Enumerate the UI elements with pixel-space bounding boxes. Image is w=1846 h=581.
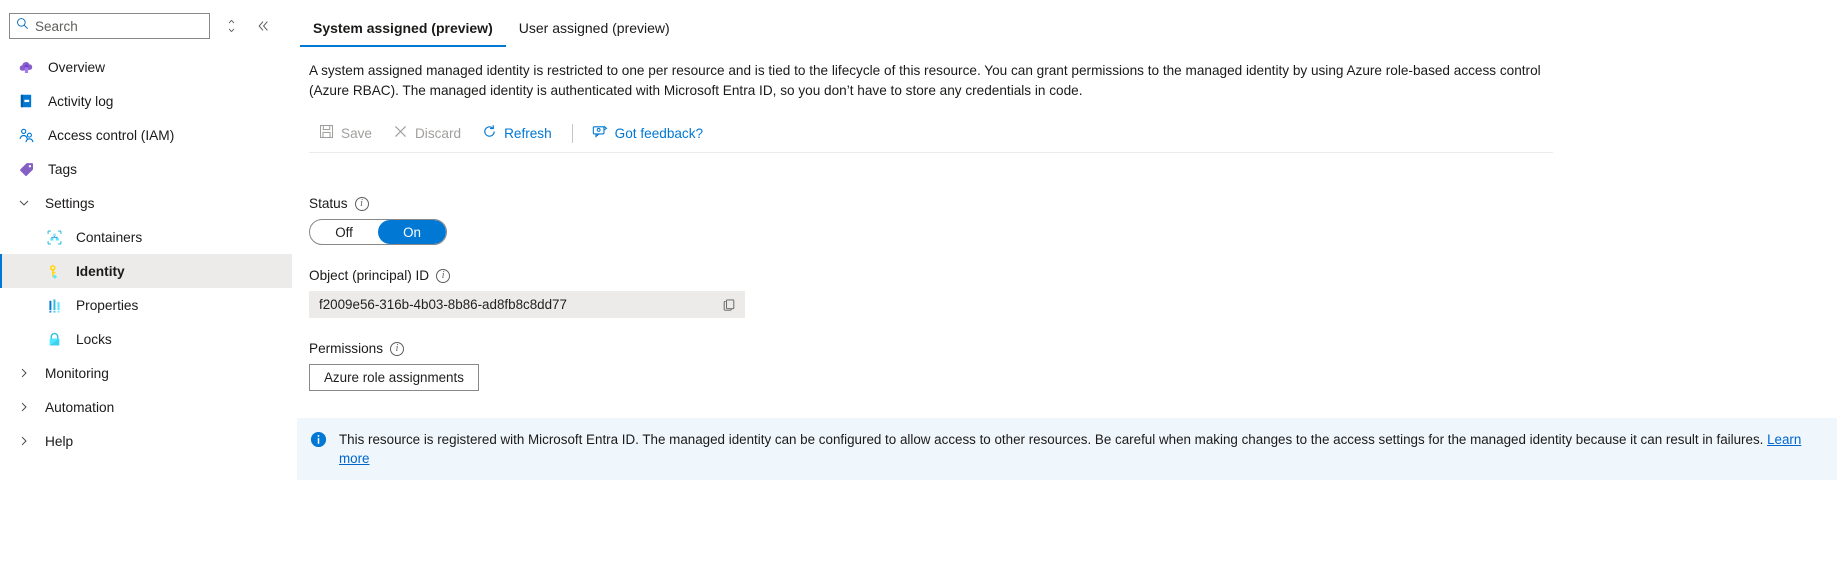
status-toggle[interactable]: Off On bbox=[309, 219, 447, 245]
object-id-field[interactable]: f2009e56-316b-4b03-8b86-ad8fb8c8dd77 bbox=[309, 291, 745, 318]
permissions-section: Permissions i Azure role assignments bbox=[304, 341, 1846, 391]
sidebar-item-label: Identity bbox=[76, 263, 125, 279]
people-icon bbox=[17, 126, 35, 144]
identity-description: A system assigned managed identity is re… bbox=[309, 63, 1541, 98]
sidebar-item-properties[interactable]: Properties bbox=[0, 288, 292, 322]
sidebar-item-overview[interactable]: Overview bbox=[0, 50, 292, 84]
sidebar-item-identity[interactable]: Identity bbox=[0, 254, 292, 288]
identity-main-content: System assigned (preview) User assigned … bbox=[292, 0, 1846, 581]
copy-icon[interactable] bbox=[714, 292, 744, 317]
sidebar-item-label: Locks bbox=[76, 331, 112, 347]
search-box[interactable] bbox=[9, 13, 210, 39]
tag-icon bbox=[17, 160, 35, 178]
sidebar-nav: Overview Activity log Access control (IA… bbox=[0, 50, 292, 458]
sidebar-item-label: Tags bbox=[48, 161, 77, 177]
activity-log-icon bbox=[17, 92, 35, 110]
azure-role-assignments-button[interactable]: Azure role assignments bbox=[309, 364, 479, 391]
status-label-row: Status i bbox=[309, 196, 1846, 211]
sidebar-item-activity-log[interactable]: Activity log bbox=[0, 84, 292, 118]
sort-icon[interactable] bbox=[218, 13, 244, 39]
info-icon[interactable]: i bbox=[390, 341, 405, 356]
sidebar-item-label: Containers bbox=[76, 229, 143, 245]
refresh-icon bbox=[482, 124, 497, 142]
sidebar-group-label: Automation bbox=[45, 399, 115, 415]
sidebar-group-monitoring[interactable]: Monitoring bbox=[0, 356, 292, 390]
object-id-value: f2009e56-316b-4b03-8b86-ad8fb8c8dd77 bbox=[319, 297, 567, 312]
sidebar-item-label: Overview bbox=[48, 59, 106, 75]
refresh-label: Refresh bbox=[504, 125, 552, 141]
info-icon[interactable]: i bbox=[354, 196, 369, 211]
object-id-label-row: Object (principal) ID i bbox=[309, 268, 1846, 283]
status-toggle-off[interactable]: Off bbox=[310, 220, 378, 244]
sidebar-group-label: Help bbox=[45, 433, 74, 449]
tab-user-assigned[interactable]: User assigned (preview) bbox=[506, 20, 683, 47]
sidebar-group-label: Monitoring bbox=[45, 365, 109, 381]
cloud-upload-icon bbox=[17, 58, 35, 76]
object-id-section: Object (principal) ID i f2009e56-316b-4b… bbox=[304, 268, 1846, 318]
collapse-panel-icon[interactable] bbox=[250, 13, 276, 39]
azure-role-assignments-label: Azure role assignments bbox=[324, 370, 464, 385]
got-feedback-label: Got feedback? bbox=[614, 125, 704, 141]
sidebar-item-access-control[interactable]: Access control (IAM) bbox=[0, 118, 292, 152]
discard-label: Discard bbox=[414, 125, 462, 141]
sidebar-search-row bbox=[0, 11, 292, 41]
containers-icon bbox=[45, 228, 63, 246]
tab-label: User assigned (preview) bbox=[518, 20, 670, 36]
sidebar-item-label: Properties bbox=[76, 297, 139, 313]
properties-icon bbox=[45, 296, 63, 314]
search-input[interactable] bbox=[35, 18, 203, 34]
status-section: Status i Off On bbox=[304, 196, 1846, 245]
save-icon bbox=[319, 124, 334, 142]
command-bar: Save Discard Refresh Got feedback? bbox=[309, 115, 1553, 153]
got-feedback-button[interactable]: Got feedback? bbox=[582, 116, 714, 150]
resource-sidebar: Overview Activity log bbox=[0, 0, 292, 581]
sidebar-item-locks[interactable]: Locks bbox=[0, 322, 292, 356]
status-label: Status bbox=[309, 196, 348, 211]
sidebar-group-automation[interactable]: Automation bbox=[0, 390, 292, 424]
sidebar-item-label: Activity log bbox=[48, 93, 114, 109]
feedback-icon bbox=[592, 124, 608, 142]
chevron-down-icon bbox=[14, 194, 34, 212]
info-circle-icon bbox=[310, 431, 327, 453]
sidebar-item-tags[interactable]: Tags bbox=[0, 152, 292, 186]
chevron-right-icon bbox=[14, 398, 34, 416]
info-icon[interactable]: i bbox=[436, 268, 451, 283]
azure-identity-page: Overview Activity log bbox=[0, 0, 1846, 581]
search-icon bbox=[16, 17, 29, 35]
identity-tabs: System assigned (preview) User assigned … bbox=[300, 0, 1846, 47]
info-banner: This resource is registered with Microso… bbox=[297, 418, 1837, 480]
chevron-right-icon bbox=[14, 432, 34, 450]
save-label: Save bbox=[341, 125, 372, 141]
key-icon bbox=[45, 262, 63, 280]
permissions-label-row: Permissions i bbox=[309, 341, 1846, 356]
chevron-right-icon bbox=[14, 364, 34, 382]
sidebar-group-label: Settings bbox=[45, 195, 95, 211]
status-toggle-on[interactable]: On bbox=[378, 220, 446, 244]
tab-system-assigned[interactable]: System assigned (preview) bbox=[300, 20, 506, 47]
info-banner-text-wrap: This resource is registered with Microso… bbox=[339, 430, 1823, 468]
sidebar-group-help[interactable]: Help bbox=[0, 424, 292, 458]
info-banner-text: This resource is registered with Microso… bbox=[339, 432, 1768, 447]
tab-label: System assigned (preview) bbox=[313, 20, 493, 36]
refresh-button[interactable]: Refresh bbox=[472, 116, 563, 150]
permissions-label: Permissions bbox=[309, 341, 384, 356]
sidebar-item-label: Access control (IAM) bbox=[48, 127, 175, 143]
save-button[interactable]: Save bbox=[309, 116, 383, 150]
discard-icon bbox=[393, 124, 408, 142]
object-id-label: Object (principal) ID bbox=[309, 268, 430, 283]
lock-icon bbox=[45, 330, 63, 348]
discard-button[interactable]: Discard bbox=[383, 116, 472, 150]
toolbar-divider bbox=[571, 123, 573, 143]
sidebar-item-containers[interactable]: Containers bbox=[0, 220, 292, 254]
sidebar-group-settings[interactable]: Settings bbox=[0, 186, 292, 220]
